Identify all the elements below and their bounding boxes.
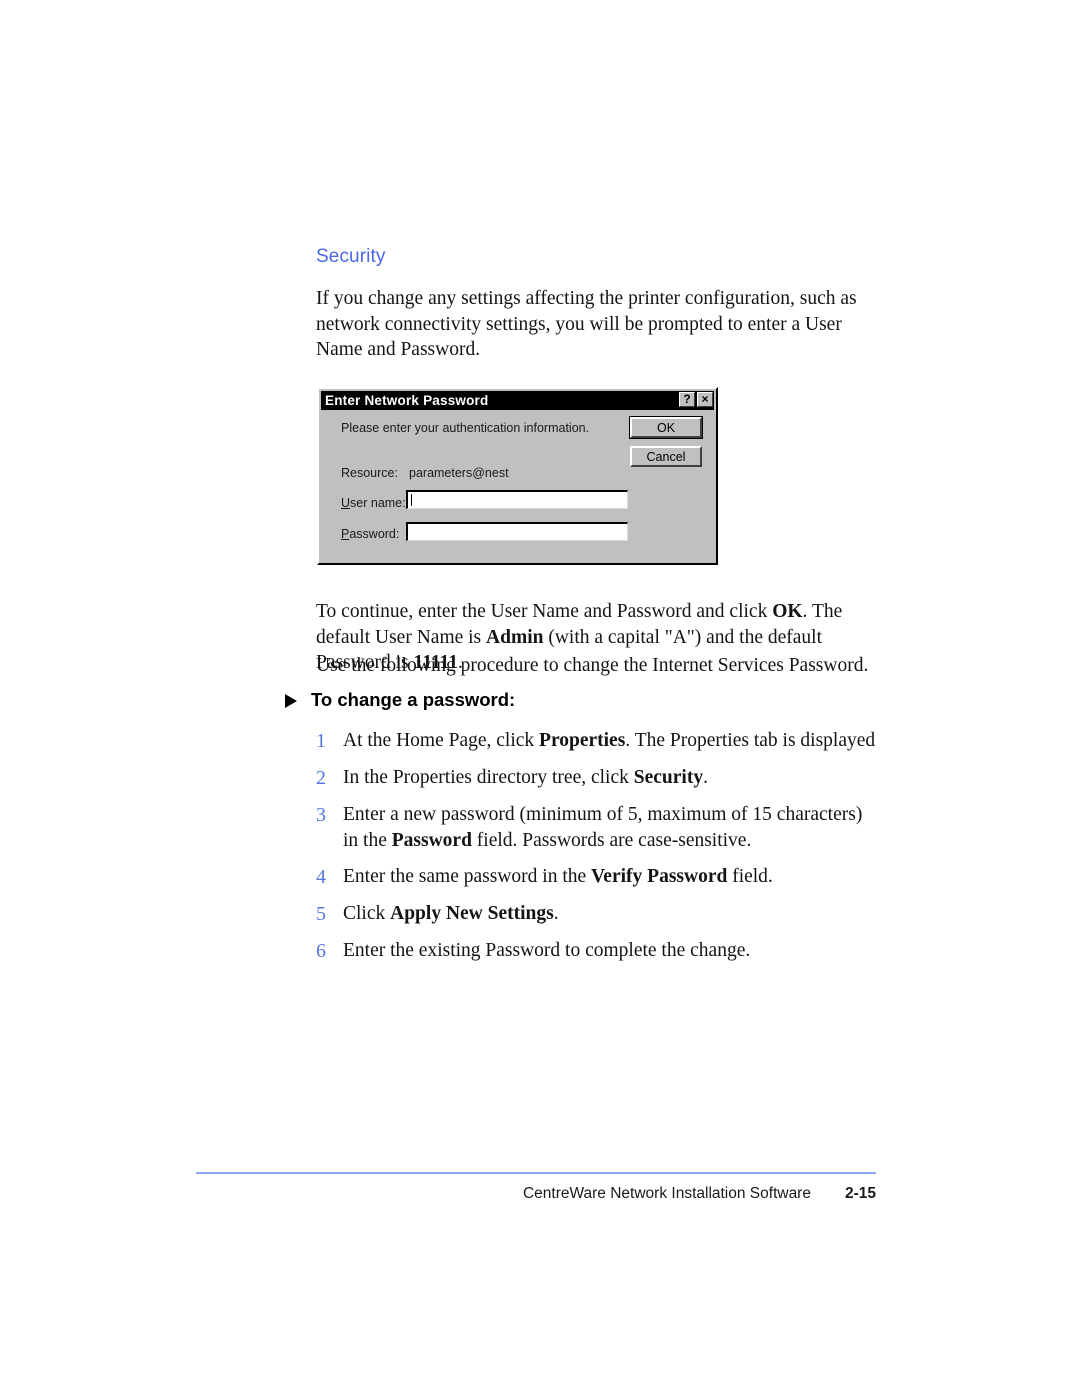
step-text: Enter the same password in the Verify Pa…	[343, 864, 882, 890]
username-label: User name:	[341, 496, 406, 510]
dialog-title: Enter Network Password	[325, 393, 489, 408]
step-number: 6	[316, 940, 326, 962]
step-text: Click Apply New Settings.	[343, 901, 882, 927]
dialog-prompt-text: Please enter your authentication informa…	[341, 421, 590, 435]
footer-divider	[196, 1172, 876, 1174]
procedure-steps-list: 1 At the Home Page, click Properties. Th…	[316, 728, 882, 975]
step-part-1: At the Home Page, click	[343, 730, 540, 751]
username-input[interactable]	[406, 490, 628, 509]
step-part-2: .	[553, 903, 559, 924]
step-number: 1	[316, 730, 326, 752]
step-part-2: .	[703, 767, 708, 788]
step-part-1: Enter the existing Password to complete …	[343, 940, 751, 961]
step-number: 2	[316, 767, 326, 789]
dialog-titlebar: Enter Network Password ? ×	[321, 391, 714, 410]
list-item: 2 In the Properties directory tree, clic…	[316, 765, 882, 791]
step-part-1: In the Properties directory tree, click	[343, 767, 634, 788]
continue-bold-ok: OK	[772, 601, 803, 622]
step-text: At the Home Page, click Properties. The …	[343, 728, 882, 754]
section-heading-security: Security	[316, 246, 386, 267]
password-input[interactable]	[406, 522, 628, 541]
document-page: Security If you change any settings affe…	[0, 0, 1080, 1397]
username-label-rest: ser name:	[350, 496, 406, 510]
use-procedure-paragraph: Use the following procedure to change th…	[316, 655, 869, 676]
step-part-2: . The Properties tab is displayed	[625, 730, 876, 751]
step-text: In the Properties directory tree, click …	[343, 765, 882, 791]
help-icon[interactable]: ?	[679, 392, 695, 407]
step-bold: Security	[633, 767, 704, 788]
continue-part-1: To continue, enter the User Name and Pas…	[316, 601, 773, 622]
username-label-accesskey: U	[341, 496, 351, 510]
step-number: 5	[316, 903, 326, 925]
step-bold: Properties	[539, 730, 626, 751]
step-part-2: field. Passwords are case-sensitive.	[471, 829, 752, 851]
ok-button[interactable]: OK	[629, 416, 703, 439]
footer-page-number: 2-15	[844, 1185, 876, 1202]
list-item: 4 Enter the same password in the Verify …	[316, 864, 882, 890]
procedure-heading: To change a password:	[285, 689, 515, 711]
password-label: Password:	[341, 527, 399, 541]
cancel-button[interactable]: Cancel	[630, 446, 702, 467]
resource-value: parameters@nest	[409, 466, 509, 480]
step-part-1: Enter the same password in the	[343, 866, 592, 887]
step-bold: Verify Password	[591, 866, 728, 887]
arrow-bullet-icon	[285, 694, 297, 708]
text-caret	[411, 494, 412, 506]
list-item: 3 Enter a new password (minimum of 5, ma…	[316, 802, 882, 853]
step-text: Enter the existing Password to complete …	[343, 938, 882, 964]
step-part-2: field.	[727, 866, 773, 887]
close-icon[interactable]: ×	[697, 392, 713, 407]
continue-bold-admin: Admin	[486, 626, 544, 648]
step-number: 4	[316, 866, 326, 888]
step-bold: Password	[391, 829, 472, 851]
resource-label: Resource:	[341, 466, 398, 480]
step-text: Enter a new password (minimum of 5, maxi…	[343, 802, 882, 853]
footer-title: CentreWare Network Installation Software	[522, 1185, 811, 1202]
step-bold: Apply New Settings	[390, 903, 554, 924]
list-item: 1 At the Home Page, click Properties. Th…	[316, 728, 882, 754]
list-item: 5 Click Apply New Settings.	[316, 901, 882, 927]
dialog-titlebar-buttons: ? ×	[679, 392, 713, 407]
password-label-rest: assword:	[349, 527, 400, 541]
procedure-heading-label: To change a password:	[311, 689, 516, 710]
step-number: 3	[316, 804, 326, 826]
footer: CentreWare Network Installation Software…	[196, 1185, 876, 1203]
step-part-1: Click	[343, 903, 391, 924]
list-item: 6 Enter the existing Password to complet…	[316, 938, 882, 964]
enter-network-password-dialog: Enter Network Password ? × Please enter …	[317, 387, 718, 565]
intro-paragraph: If you change any settings affecting the…	[316, 288, 857, 360]
